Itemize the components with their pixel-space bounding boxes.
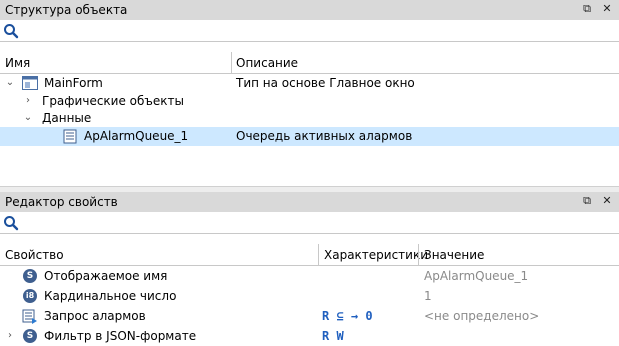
property-name: Отображаемое имя	[44, 269, 168, 283]
property-characteristics: R W	[322, 329, 344, 343]
property-row-alarm-query[interactable]: Запрос алармов R ⊆ → 0 <не определено>	[0, 307, 619, 326]
tree-item-alarm-queue[interactable]: ApAlarmQueue_1 Очередь активных алармов	[0, 127, 619, 146]
structure-panel-header: Структура объекта ⧉ ✕	[0, 0, 619, 20]
property-name: Запрос алармов	[44, 309, 146, 323]
window-icon	[22, 76, 38, 90]
chevron-right-icon[interactable]: ›	[22, 95, 34, 107]
structure-search-input[interactable]	[22, 22, 612, 38]
alarm-queue-icon	[63, 129, 77, 144]
int8-type-icon: i8	[23, 289, 37, 303]
property-characteristics: R ⊆ → 0	[322, 309, 373, 323]
chevron-down-icon[interactable]: ⌄	[4, 77, 16, 89]
structure-panel-title: Структура объекта	[5, 3, 128, 17]
tree-item-mainform[interactable]: ⌄ MainForm Тип на основе Главное окно	[0, 74, 619, 93]
pin-icon[interactable]: ⧉	[580, 2, 594, 16]
tree-item-description: Очередь активных алармов	[236, 129, 413, 143]
column-name[interactable]: Имя	[5, 56, 30, 70]
tree-item-label: Данные	[42, 111, 92, 125]
property-value[interactable]: <не определено>	[424, 309, 539, 323]
tree-item-data[interactable]: ⌄ Данные	[0, 109, 619, 128]
chevron-down-icon[interactable]: ⌄	[22, 112, 34, 124]
tree-item-label: MainForm	[44, 76, 103, 90]
search-icon[interactable]	[3, 23, 19, 39]
column-separator[interactable]	[318, 244, 319, 265]
column-separator[interactable]	[231, 52, 232, 73]
column-property[interactable]: Свойство	[5, 248, 64, 262]
properties-panel-header: Редактор свойств ⧉ ✕	[0, 192, 619, 212]
column-description[interactable]: Описание	[236, 56, 298, 70]
structure-column-header: Имя Описание	[0, 52, 619, 74]
property-value[interactable]: 1	[424, 289, 432, 303]
string-type-icon: S	[23, 269, 37, 283]
properties-search-bar	[0, 212, 619, 234]
properties-column-header: Свойство Характеристики Значение	[0, 244, 619, 266]
properties-search-input[interactable]	[22, 214, 612, 230]
property-name: Фильтр в JSON-формате	[44, 329, 197, 343]
string-type-icon: S	[23, 329, 37, 343]
column-separator[interactable]	[418, 244, 419, 265]
property-row-json-filter[interactable]: › S Фильтр в JSON-формате R W	[0, 327, 619, 346]
structure-search-bar	[0, 20, 619, 42]
query-icon	[22, 309, 37, 324]
tree-item-label: Графические объекты	[42, 94, 184, 108]
pin-icon[interactable]: ⧉	[580, 194, 594, 208]
property-value[interactable]: ApAlarmQueue_1	[424, 269, 528, 283]
property-row-display-name[interactable]: S Отображаемое имя ApAlarmQueue_1	[0, 267, 619, 286]
property-name: Кардинальное число	[44, 289, 177, 303]
properties-panel-title: Редактор свойств	[5, 195, 118, 209]
tree-item-label: ApAlarmQueue_1	[84, 129, 189, 143]
column-value[interactable]: Значение	[424, 248, 484, 262]
property-row-cardinality[interactable]: i8 Кардинальное число 1	[0, 287, 619, 306]
close-icon[interactable]: ✕	[600, 2, 614, 16]
column-characteristics[interactable]: Характеристики	[324, 248, 428, 262]
chevron-right-icon[interactable]: ›	[4, 330, 16, 342]
tree-item-description: Тип на основе Главное окно	[236, 76, 415, 90]
search-icon[interactable]	[3, 215, 19, 231]
close-icon[interactable]: ✕	[600, 194, 614, 208]
